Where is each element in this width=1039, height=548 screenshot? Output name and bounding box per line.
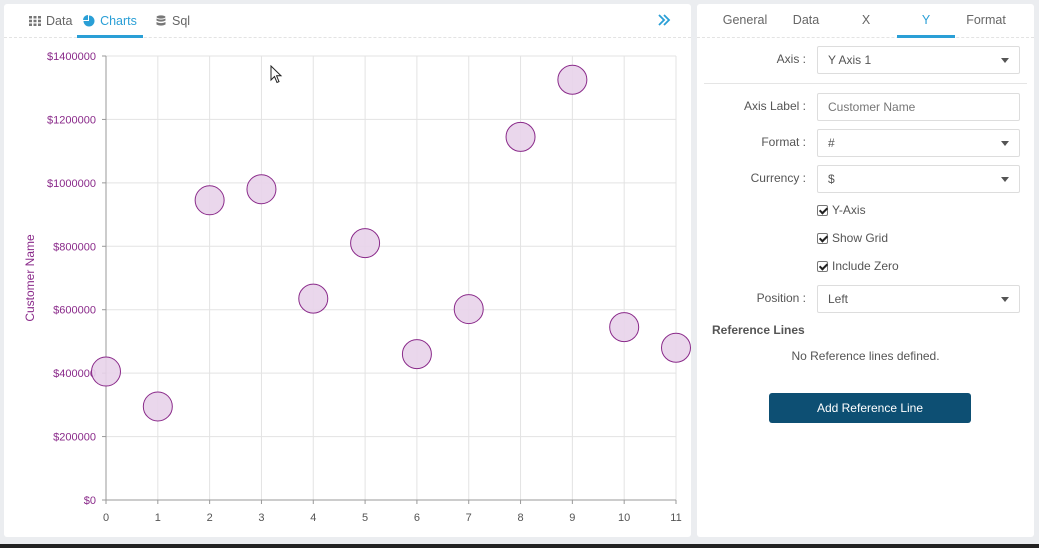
data-point xyxy=(350,228,381,259)
data-point xyxy=(298,283,329,314)
tab-charts[interactable]: Charts xyxy=(77,4,143,38)
data-point xyxy=(661,332,691,363)
tab-data[interactable]: Data xyxy=(25,4,76,38)
currency-label: Currency : xyxy=(750,171,806,185)
tab-data-settings[interactable]: Data xyxy=(781,4,831,38)
tab-charts-label: Charts xyxy=(100,14,137,28)
x-tick-label: 1 xyxy=(155,512,161,524)
format-select[interactable]: # xyxy=(817,129,1020,157)
position-select[interactable]: Left xyxy=(817,285,1020,313)
currency-select-value: $ xyxy=(828,172,835,186)
y-tick-label: $1400000 xyxy=(47,51,96,63)
include-zero-checkbox-label: Include Zero xyxy=(832,259,899,273)
show-grid-checkbox-label: Show Grid xyxy=(832,231,889,245)
data-point xyxy=(142,391,173,422)
currency-select[interactable]: $ xyxy=(817,165,1020,193)
mouse-cursor-icon xyxy=(270,65,283,84)
double-chevron-right-icon xyxy=(658,14,671,26)
axis-label-field-label: Axis Label : xyxy=(743,99,806,113)
tab-x[interactable]: X xyxy=(837,4,895,38)
y-axis-checkbox-label: Y-Axis xyxy=(832,203,866,217)
x-tick-label: 8 xyxy=(517,512,523,524)
x-tick-label: 10 xyxy=(618,512,630,524)
y-tick-label: $800000 xyxy=(53,241,96,253)
y-axis-checkbox[interactable] xyxy=(817,204,828,216)
data-point xyxy=(453,294,484,325)
divider xyxy=(704,83,1027,84)
caret-down-icon xyxy=(1001,141,1009,146)
data-point xyxy=(194,185,225,216)
y-tick-label: $0 xyxy=(84,495,96,507)
tab-sql-label: Sql xyxy=(172,14,191,28)
caret-down-icon xyxy=(1001,58,1009,63)
data-point xyxy=(246,174,277,205)
axis-select[interactable]: Y Axis 1 xyxy=(817,46,1020,74)
data-point xyxy=(557,64,588,95)
pie-chart-icon xyxy=(83,15,95,27)
reference-lines-title: Reference Lines xyxy=(712,323,805,337)
chart-panel: Data Charts Sql $0 $200000 $400000 $6000… xyxy=(4,4,691,537)
axis-select-value: Y Axis 1 xyxy=(828,53,872,67)
y-tick-label: $1200000 xyxy=(47,114,96,126)
x-tick-label: 6 xyxy=(414,512,420,524)
bubble-chart: $0 $200000 $400000 $600000 $800000 $1000000 $1… xyxy=(23,51,691,524)
include-zero-checkbox[interactable] xyxy=(817,260,828,272)
include-zero-checkbox-row: Include Zero xyxy=(817,259,899,273)
grid-icon xyxy=(29,16,41,26)
data-point xyxy=(401,339,432,370)
database-icon xyxy=(156,15,166,26)
x-tick-label: 11 xyxy=(670,512,681,524)
y-tick-label: $200000 xyxy=(53,432,96,444)
data-point xyxy=(91,356,121,387)
settings-tab-bar: General Data X Y Format xyxy=(697,4,1034,38)
collapse-panel-button[interactable] xyxy=(655,10,673,30)
y-tick-label: $600000 xyxy=(53,305,96,317)
left-tab-bar: Data Charts Sql xyxy=(4,4,691,38)
bottom-strip xyxy=(0,544,1039,548)
caret-down-icon xyxy=(1001,177,1009,182)
y-tick-label: $400000 xyxy=(53,368,96,380)
show-grid-checkbox-row: Show Grid xyxy=(817,231,888,245)
x-tick-label: 9 xyxy=(569,512,575,524)
caret-down-icon xyxy=(1001,297,1009,302)
data-point xyxy=(609,312,640,343)
x-tick-label: 2 xyxy=(207,512,213,524)
tab-y[interactable]: Y xyxy=(897,4,955,38)
axis-label-input[interactable] xyxy=(817,93,1020,121)
format-label: Format : xyxy=(761,135,806,149)
tab-format[interactable]: Format xyxy=(957,4,1015,38)
axis-label: Axis : xyxy=(776,52,806,66)
y-axis-title: Customer Name xyxy=(23,234,37,322)
x-tick-label: 4 xyxy=(310,512,316,524)
tab-data-label: Data xyxy=(46,14,73,28)
settings-panel: General Data X Y Format Axis : Y Axis 1 … xyxy=(697,4,1034,537)
add-reference-line-button[interactable]: Add Reference Line xyxy=(769,393,971,423)
show-grid-checkbox[interactable] xyxy=(817,232,828,244)
reference-lines-empty-message: No Reference lines defined. xyxy=(791,349,940,363)
x-tick-label: 5 xyxy=(362,512,368,524)
y-tick-label: $1000000 xyxy=(47,178,96,190)
tab-sql[interactable]: Sql xyxy=(151,4,194,38)
data-point xyxy=(505,121,536,152)
y-axis-checkbox-row: Y-Axis xyxy=(817,203,866,217)
x-tick-label: 0 xyxy=(103,512,109,524)
tab-general[interactable]: General xyxy=(715,4,775,38)
x-tick-label: 7 xyxy=(466,512,472,524)
position-select-value: Left xyxy=(828,292,849,306)
position-label: Position : xyxy=(756,291,806,305)
format-select-value: # xyxy=(828,136,835,150)
x-tick-label: 3 xyxy=(258,512,264,524)
